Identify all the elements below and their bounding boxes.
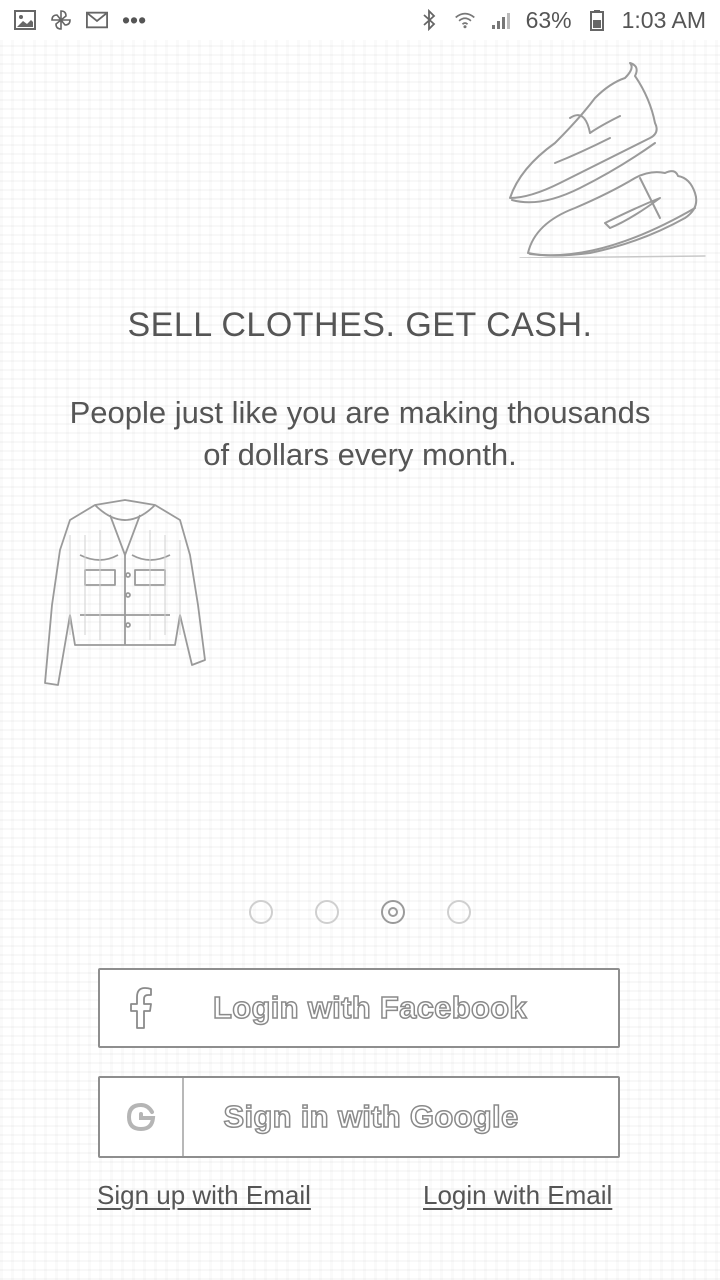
login-with-email-link[interactable]: Login with Email	[423, 1180, 612, 1211]
sign-in-with-google-button[interactable]: Sign in with Google	[98, 1076, 620, 1158]
bluetooth-icon	[418, 9, 440, 31]
page-indicator	[0, 900, 720, 924]
login-with-facebook-button[interactable]: Login with Facebook	[98, 968, 620, 1048]
page-dot-4[interactable]	[447, 900, 471, 924]
page-dot-3-active[interactable]	[381, 900, 405, 924]
battery-percent: 63%	[525, 6, 572, 33]
page-dot-2[interactable]	[315, 900, 339, 924]
status-bar: ••• 63% 1:03 AM	[0, 0, 720, 40]
more-notifications-indicator: •••	[122, 6, 147, 33]
system-indicators: 63% 1:03 AM	[418, 7, 706, 34]
notification-area: •••	[14, 7, 146, 34]
sneakers-illustration	[509, 62, 706, 258]
facebook-button-label: Login with Facebook	[212, 989, 527, 1026]
google-icon	[100, 1078, 184, 1156]
onboarding-subtext: People just like you are making thousand…	[69, 395, 651, 472]
signal-icon	[490, 9, 512, 31]
pinwheel-icon	[50, 9, 72, 31]
image-icon	[14, 9, 36, 31]
facebook-icon	[100, 970, 182, 1046]
clock: 1:03 AM	[621, 6, 706, 33]
onboarding-headline: SELL CLOTHES. GET CASH.	[127, 306, 593, 344]
gmail-icon	[86, 9, 108, 31]
sign-up-with-email-link[interactable]: Sign up with Email	[97, 1180, 311, 1211]
battery-icon	[586, 9, 608, 31]
denim-jacket-illustration	[44, 499, 206, 686]
google-button-label: Sign in with Google	[223, 1098, 519, 1135]
page-dot-1[interactable]	[249, 900, 273, 924]
wifi-icon	[454, 9, 476, 31]
